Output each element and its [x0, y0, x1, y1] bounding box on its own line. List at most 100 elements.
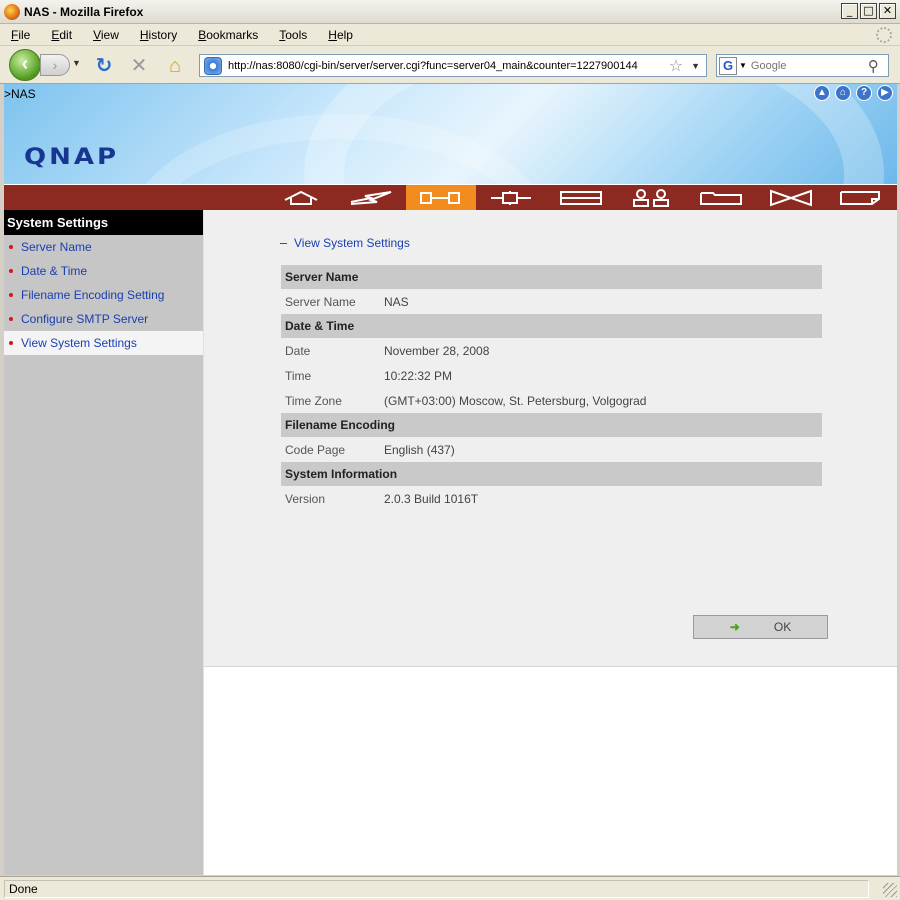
qnap-banner: >NAS QNAP ▲ ⌂ ? ▶	[4, 84, 897, 184]
maximize-icon[interactable]: □	[860, 3, 877, 19]
row-key: Date	[285, 343, 311, 358]
menu-bar: File Edit View History Bookmarks Tools H…	[0, 24, 900, 46]
table-row: Server Name NAS	[281, 289, 822, 314]
menu-help[interactable]: Help	[328, 28, 353, 42]
tab-users[interactable]	[616, 185, 686, 210]
url-bar[interactable]: http://nas:8080/cgi-bin/server/server.cg…	[199, 54, 707, 77]
bullet-icon	[9, 245, 13, 249]
menu-bookmarks[interactable]: Bookmarks	[198, 28, 258, 42]
table-row: Time 10:22:32 PM	[281, 363, 822, 388]
sidebar-item-server-name[interactable]: Server Name	[4, 235, 203, 259]
history-dropdown-icon[interactable]: ▼	[72, 58, 81, 68]
row-value: November 28, 2008	[384, 343, 490, 358]
tab-logs[interactable]	[826, 185, 896, 210]
tab-quick-config[interactable]	[336, 185, 406, 210]
tab-tools[interactable]	[756, 185, 826, 210]
row-key: Time Zone	[285, 393, 342, 408]
firefox-icon	[4, 3, 20, 20]
breadcrumb: >NAS	[4, 87, 36, 101]
bullet-icon	[9, 341, 13, 345]
url-text[interactable]: http://nas:8080/cgi-bin/server/server.cg…	[228, 60, 669, 72]
tab-system-settings[interactable]	[406, 185, 476, 210]
forward-button[interactable]: ›	[40, 54, 70, 76]
bullet-icon	[9, 293, 13, 297]
page-title: View System Settings	[280, 236, 410, 250]
table-row: Version 2.0.3 Build 1016T	[281, 486, 822, 511]
row-value: NAS	[384, 294, 409, 309]
row-value: (GMT+03:00) Moscow, St. Petersburg, Volg…	[384, 393, 647, 408]
search-icon[interactable]: ⚲	[868, 57, 879, 75]
reload-icon[interactable]: ↻	[93, 55, 115, 77]
window-titlebar: NAS - Mozilla Firefox _ □ ✕	[0, 0, 900, 24]
up-arrow-icon[interactable]: ▲	[814, 85, 830, 101]
row-value: 2.0.3 Build 1016T	[384, 491, 479, 506]
tab-home[interactable]	[266, 185, 336, 210]
network-plug-icon	[491, 190, 531, 205]
home-icon[interactable]: ⌂	[164, 55, 186, 77]
table-row: Code Page English (437)	[281, 437, 822, 462]
main-nav-bar	[4, 185, 897, 210]
row-key: Time	[285, 368, 312, 383]
status-bar: Done	[0, 876, 900, 900]
main-content: View System Settings Server Name Server …	[203, 210, 897, 875]
play-icon[interactable]: ▶	[877, 85, 893, 101]
throbber-icon	[876, 27, 892, 43]
banner-icons: ▲ ⌂ ? ▶	[814, 85, 893, 101]
close-icon[interactable]: ✕	[879, 3, 896, 19]
home-outline-icon	[284, 190, 318, 205]
tab-device[interactable]	[546, 185, 616, 210]
menu-file[interactable]: File	[11, 28, 30, 42]
lightning-icon	[350, 190, 392, 205]
bullet-icon	[9, 317, 13, 321]
sidebar-item-date-time[interactable]: Date & Time	[4, 259, 203, 283]
resize-grip-icon[interactable]	[883, 883, 897, 897]
settings-table: Server Name Server Name NAS Date & Time D…	[281, 265, 822, 511]
row-key: Version	[285, 491, 326, 506]
back-button[interactable]: ‹	[9, 49, 41, 81]
tab-shares[interactable]	[686, 185, 756, 210]
section-header-system-information: System Information	[281, 462, 822, 486]
sidebar-item-label: Configure SMTP Server	[21, 312, 149, 326]
dash-icon	[280, 242, 287, 244]
section-header-date-time: Date & Time	[281, 314, 822, 338]
row-key: Server Name	[285, 294, 356, 309]
sidebar-item-smtp-server[interactable]: Configure SMTP Server	[4, 307, 203, 331]
url-dropdown-icon[interactable]: ▼	[691, 61, 700, 71]
search-bar[interactable]: G ▼ ⚲	[716, 54, 889, 77]
minimize-icon[interactable]: _	[841, 3, 858, 19]
navigation-toolbar: ‹ › ▼ ↻ ✕ ⌂ http://nas:8080/cgi-bin/serv…	[0, 46, 900, 84]
window-title: NAS - Mozilla Firefox	[24, 4, 144, 19]
sidebar-item-label: Server Name	[21, 240, 92, 254]
folder-icon	[700, 191, 742, 205]
settings-panel: View System Settings Server Name Server …	[204, 210, 897, 667]
sidebar-item-label: Date & Time	[21, 264, 88, 278]
sidebar-item-view-system-settings[interactable]: View System Settings	[4, 331, 203, 355]
table-row: Date November 28, 2008	[281, 338, 822, 363]
help-icon[interactable]: ?	[856, 85, 872, 101]
table-row: Time Zone (GMT+03:00) Moscow, St. Petersb…	[281, 388, 822, 413]
search-engine-dropdown-icon[interactable]: ▼	[739, 61, 747, 70]
document-icon	[840, 190, 880, 205]
users-icon	[633, 188, 669, 207]
arrow-right-icon: ➜	[729, 620, 740, 634]
sidebar-item-filename-encoding[interactable]: Filename Encoding Setting	[4, 283, 203, 307]
tab-network[interactable]	[476, 185, 546, 210]
row-key: Code Page	[285, 442, 346, 457]
ok-button[interactable]: ➜ OK	[693, 615, 828, 639]
section-header-filename-encoding: Filename Encoding	[281, 413, 822, 437]
stop-icon[interactable]: ✕	[128, 55, 150, 77]
site-identity-icon[interactable]	[204, 56, 222, 75]
menu-edit[interactable]: Edit	[51, 28, 72, 42]
window-controls: _ □ ✕	[841, 3, 896, 19]
menu-view[interactable]: View	[93, 28, 119, 42]
search-input[interactable]	[750, 59, 866, 72]
row-value: 10:22:32 PM	[384, 368, 453, 383]
bullet-icon	[9, 269, 13, 273]
home-icon[interactable]: ⌂	[835, 85, 851, 101]
menu-tools[interactable]: Tools	[279, 28, 307, 42]
bookmark-star-icon[interactable]: ☆	[669, 56, 683, 76]
row-value: English (437)	[384, 442, 455, 457]
google-icon[interactable]: G	[719, 56, 737, 75]
menu-history[interactable]: History	[140, 28, 177, 42]
bowtie-icon	[770, 189, 812, 206]
